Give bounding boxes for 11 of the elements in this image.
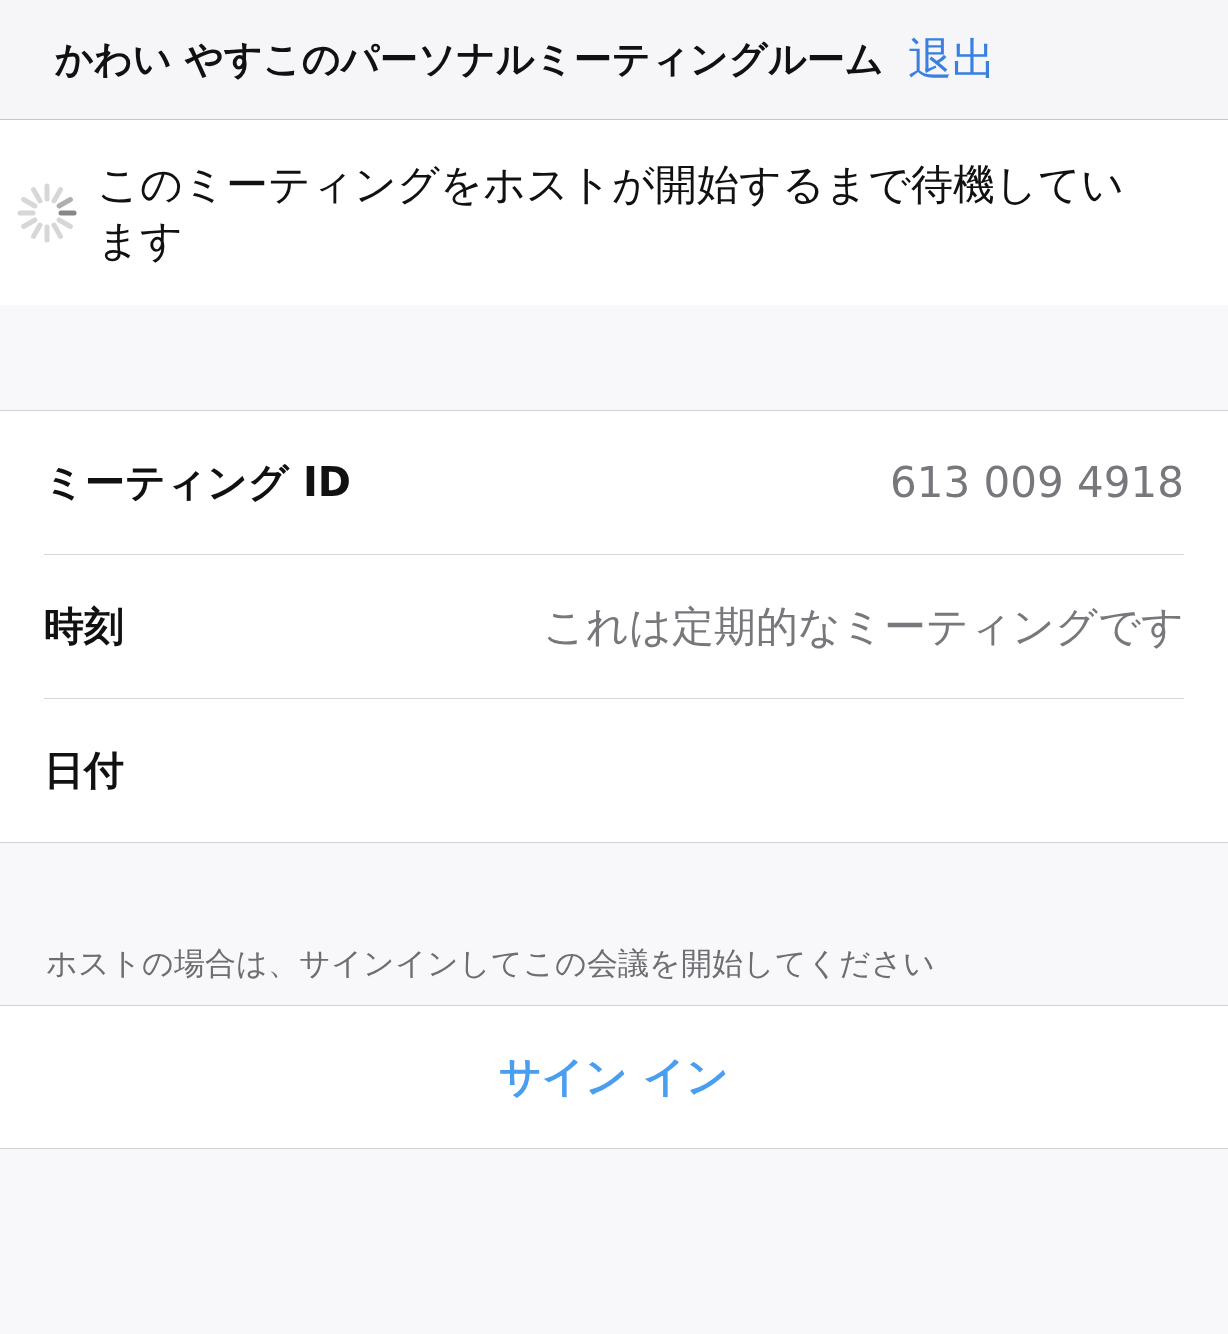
spinner-icon [17, 182, 77, 243]
meeting-room-title: かわい やすこのパーソナルミーティングルーム [55, 36, 885, 83]
detail-label: 日付 [44, 746, 124, 795]
waiting-message: このミーティングをホストが開始するまで待機しています [97, 158, 1125, 267]
detail-value: これは定期的なミーティングです [543, 600, 1184, 653]
host-sign-in-hint: ホストの場合は、サインインしてこの会議を開始してください [46, 944, 935, 983]
detail-label: 時刻 [44, 602, 124, 651]
detail-value: 613 009 4918 [890, 458, 1184, 507]
leave-link[interactable]: 退出 [908, 30, 997, 89]
detail-label: ミーティング ID [44, 458, 351, 507]
sign-in-button[interactable]: サイン イン [0, 1006, 1228, 1149]
